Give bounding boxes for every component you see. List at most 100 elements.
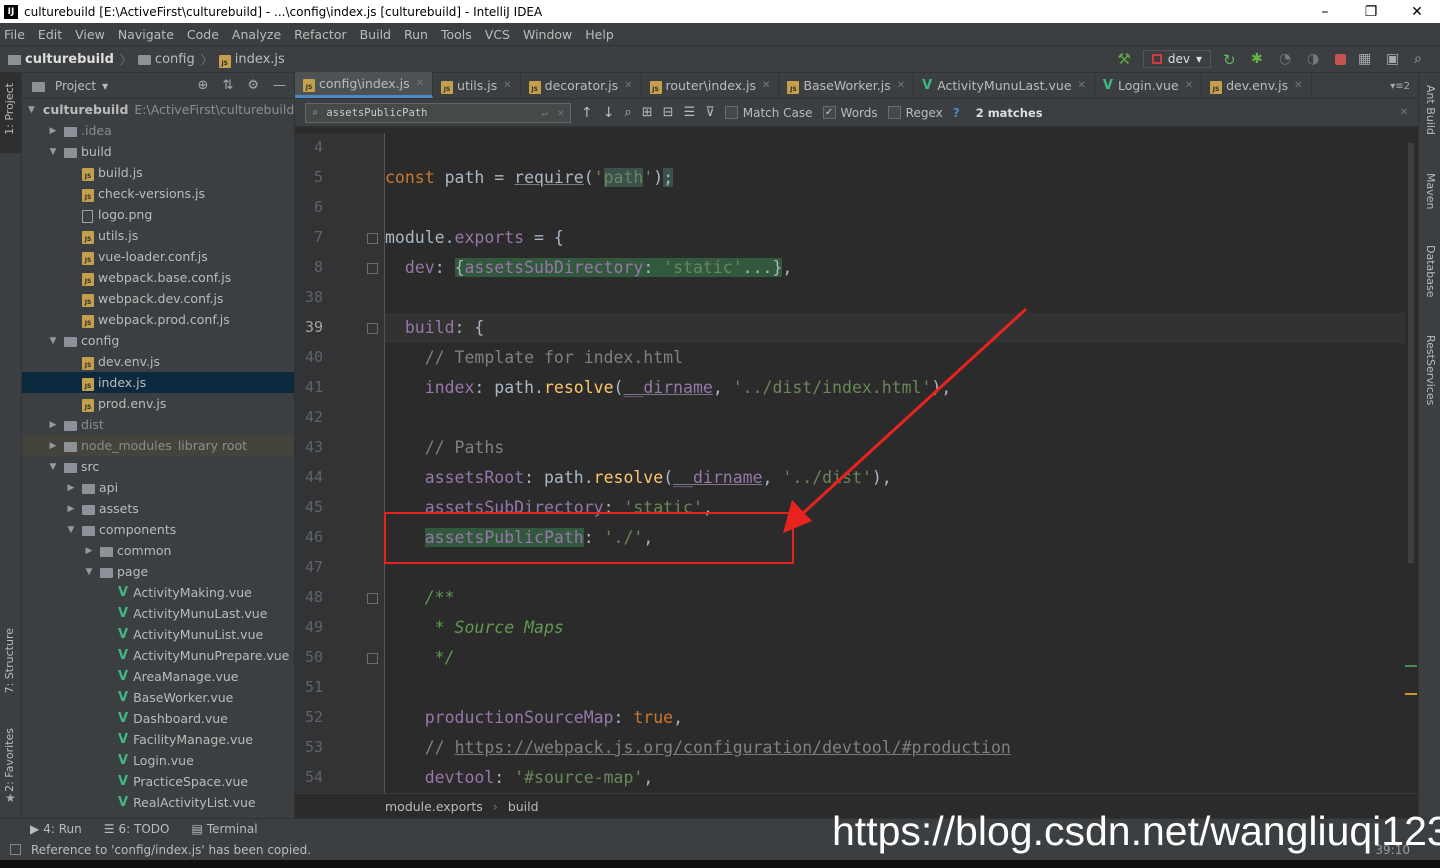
chevron-down-icon[interactable]: ▼ <box>46 462 60 472</box>
select-all-occurrences-icon[interactable]: ☰ <box>684 105 696 120</box>
chevron-down-icon[interactable]: ▾ <box>102 79 108 93</box>
maximize-button[interactable]: ❐ <box>1348 4 1394 20</box>
hide-panel-icon[interactable]: — <box>273 78 286 93</box>
project-view-select[interactable]: Project <box>55 79 96 93</box>
close-tab-icon[interactable]: ✕ <box>1185 80 1193 91</box>
menu-edit[interactable]: Edit <box>38 27 62 42</box>
search-everywhere-icon[interactable]: ⌕ <box>1414 51 1430 67</box>
chevron-right-icon[interactable]: ▶ <box>46 441 60 451</box>
chevron-down-icon[interactable]: ▼ <box>64 525 78 535</box>
tree-file-utils-js[interactable]: JS utils.js <box>22 225 294 246</box>
tree-file-realactivitylist-vue[interactable]: V RealActivityList.vue <box>22 792 294 813</box>
tree-file-dev-env-js[interactable]: JS dev.env.js <box>22 351 294 372</box>
close-tab-icon[interactable]: ✕ <box>416 78 424 89</box>
fold-open-icon[interactable] <box>367 323 378 334</box>
regex-checkbox[interactable] <box>887 106 901 119</box>
tree-folder-api[interactable]: ▶ api <box>22 477 294 498</box>
menu-file[interactable]: File <box>4 27 25 42</box>
nav-crumb-root[interactable]: culturebuild <box>8 52 114 67</box>
tree-file-activitymunulast-vue[interactable]: V ActivityMunuLast.vue <box>22 603 294 624</box>
editor-tab-dev-env-js[interactable]: JS dev.env.js ✕ <box>1202 72 1312 98</box>
tree-folder-assets[interactable]: ▶ assets <box>22 498 294 519</box>
tool-tab-terminal[interactable]: ▤ Terminal <box>191 822 257 836</box>
menu-window[interactable]: Window <box>523 27 572 42</box>
menu-help[interactable]: Help <box>585 27 614 42</box>
previous-occurrence-icon[interactable]: ↑ <box>581 105 593 121</box>
run-configuration-select[interactable]: dev ▾ <box>1142 50 1211 68</box>
editor-tab-activitymunulast-vue[interactable]: V ActivityMunuLast.vue ✕ <box>914 72 1095 98</box>
code-editor[interactable]: const path = require('path'); module.exp… <box>385 133 1405 793</box>
menu-view[interactable]: View <box>75 27 105 42</box>
tree-file-activitymunuprepare-vue[interactable]: V ActivityMunuPrepare.vue <box>22 645 294 666</box>
editor-tab-decorator-js[interactable]: JS decorator.js ✕ <box>521 72 642 98</box>
tool-tab-structure[interactable]: 7: Structure <box>3 628 16 693</box>
filter-icon[interactable]: ⊽ <box>705 105 715 120</box>
chevron-right-icon[interactable]: ▶ <box>46 420 60 430</box>
editor-tab-login-vue[interactable]: V Login.vue ✕ <box>1095 72 1203 98</box>
chevron-right-icon[interactable]: ▶ <box>46 126 60 136</box>
nav-crumb-file[interactable]: JS index.js <box>218 52 285 68</box>
tool-tab-rest-services[interactable]: RestServices <box>1424 335 1437 405</box>
match-case-option[interactable]: Match Case <box>724 106 813 120</box>
tree-file-webpack-prod-conf-js[interactable]: JS webpack.prod.conf.js <box>22 309 294 330</box>
match-case-checkbox[interactable] <box>724 106 738 119</box>
build-hammer-icon[interactable]: ⚒ <box>1117 50 1130 68</box>
tree-file-index-js[interactable]: JS index.js <box>22 372 294 393</box>
fold-open-icon[interactable] <box>367 593 378 604</box>
tree-file-logo-png[interactable]: logo.png <box>22 204 294 225</box>
add-selection-icon[interactable]: ⊞ <box>642 105 653 120</box>
chevron-right-icon[interactable]: ▶ <box>82 546 96 556</box>
tree-folder--idea[interactable]: ▶ .idea <box>22 120 294 141</box>
debug-bug-icon[interactable]: ✱ <box>1251 51 1267 67</box>
menu-refactor[interactable]: Refactor <box>294 27 346 42</box>
fold-end-icon[interactable] <box>367 653 378 664</box>
tree-file-webpack-dev-conf-js[interactable]: JS webpack.dev.conf.js <box>22 288 294 309</box>
tree-file-facilitymanage-vue[interactable]: V FacilityManage.vue <box>22 729 294 750</box>
editor-tab-router-index-js[interactable]: JS router\index.js ✕ <box>642 72 780 98</box>
tool-tab-favorites[interactable]: 2: Favorites <box>3 728 16 792</box>
caret-position[interactable]: 39:10 <box>1375 843 1440 857</box>
tool-tab-maven[interactable]: Maven <box>1424 173 1437 209</box>
tree-file-activitymaking-vue[interactable]: V ActivityMaking.vue <box>22 582 294 603</box>
menu-build[interactable]: Build <box>360 27 391 42</box>
fold-collapsed-icon[interactable] <box>367 263 378 274</box>
tree-file-vue-loader-conf-js[interactable]: JS vue-loader.conf.js <box>22 246 294 267</box>
tree-file-practicespace-vue[interactable]: V PracticeSpace.vue <box>22 771 294 792</box>
close-window-button[interactable]: ✕ <box>1394 4 1440 20</box>
editor-tab-baseworker-js[interactable]: JS BaseWorker.js ✕ <box>779 72 915 98</box>
project-structure-icon[interactable]: ▦ <box>1358 51 1374 67</box>
tree-folder-build[interactable]: ▼ build <box>22 141 294 162</box>
tree-folder-culturebuild[interactable]: ▼ culturebuild E:\ActiveFirst\culturebuild <box>22 99 294 120</box>
chevron-down-icon[interactable]: ▼ <box>46 336 60 346</box>
tree-folder-config[interactable]: ▼ config <box>22 330 294 351</box>
menu-tools[interactable]: Tools <box>441 27 472 42</box>
chevron-right-icon[interactable]: ▶ <box>64 483 78 493</box>
tree-file-webpack-base-conf-js[interactable]: JS webpack.base.conf.js <box>22 267 294 288</box>
breadcrumb-module-exports[interactable]: module.exports <box>385 799 483 814</box>
stop-icon[interactable] <box>1335 53 1346 65</box>
chevron-down-icon[interactable]: ▼ <box>28 105 35 115</box>
editor-tab-config-index-js[interactable]: JS config\index.js ✕ <box>295 72 434 98</box>
tool-tab-ant-build[interactable]: Ant Build <box>1424 85 1437 135</box>
search-input[interactable]: ⌕ assetsPublicPath ↵ ✕ <box>305 102 571 123</box>
tool-tab-run[interactable]: ▶ 4: Run <box>30 822 82 836</box>
tree-folder-components[interactable]: ▼ components <box>22 519 294 540</box>
chevron-right-icon[interactable]: ▶ <box>64 504 78 514</box>
regex-option[interactable]: Regex <box>887 106 943 120</box>
tool-tab-database[interactable]: Database <box>1424 245 1437 298</box>
menu-vcs[interactable]: VCS <box>485 27 510 42</box>
tree-file-baseworker-vue[interactable]: V BaseWorker.vue <box>22 687 294 708</box>
tree-folder-dist[interactable]: ▶ dist <box>22 414 294 435</box>
words-checkbox[interactable]: ✓ <box>822 106 836 119</box>
fold-open-icon[interactable] <box>367 233 378 244</box>
editor-tab-utils-js[interactable]: JS utils.js ✕ <box>433 72 521 98</box>
tool-tab-todo[interactable]: ☰ 6: TODO <box>104 822 170 836</box>
chevron-down-icon[interactable]: ▼ <box>82 567 96 577</box>
tree-folder-node-modules[interactable]: ▶ node_modules library root <box>22 435 294 456</box>
next-occurrence-icon[interactable]: ↓ <box>603 105 615 121</box>
chevron-down-icon[interactable]: ▼ <box>46 147 60 157</box>
tree-file-check-versions-js[interactable]: JS check-versions.js <box>22 183 294 204</box>
breadcrumb-build[interactable]: build <box>508 799 539 814</box>
layout-icon[interactable]: ▣ <box>1386 51 1402 67</box>
locate-file-icon[interactable]: ⊕ <box>198 78 209 93</box>
